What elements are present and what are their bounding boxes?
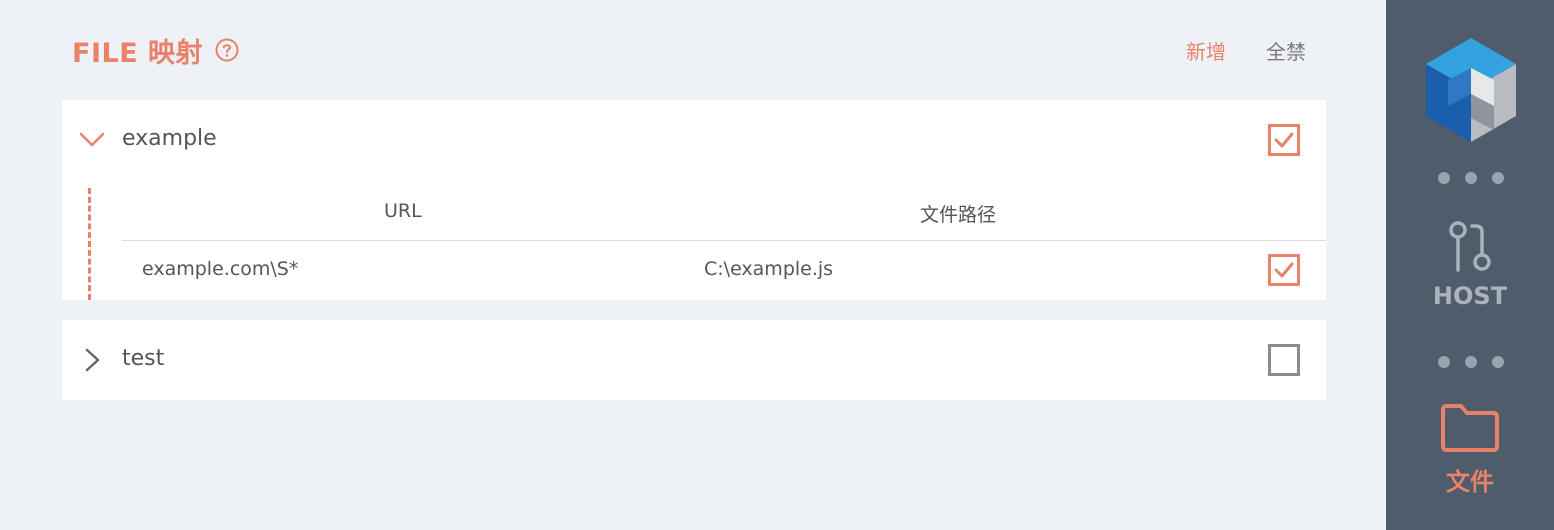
separator-dots: [1438, 356, 1504, 370]
group-indent-line: [88, 188, 91, 300]
check-icon: [1274, 132, 1294, 148]
group-name: test: [122, 346, 165, 371]
rule-table-header: URL 文件路径: [122, 190, 1326, 241]
rule-url: example.com\S*: [142, 258, 299, 280]
page-title: FILE 映射: [72, 37, 204, 69]
sidebar: HOST 文件: [1386, 0, 1554, 530]
sidebar-item-label: 文件: [1446, 468, 1494, 496]
column-header-path: 文件路径: [920, 204, 997, 226]
disable-all-button[interactable]: 全禁: [1266, 36, 1306, 65]
group-enable-checkbox[interactable]: [1268, 344, 1300, 376]
cube-logo: [1426, 38, 1516, 142]
rule-path: C:\example.js: [704, 258, 834, 280]
sidebar-item-file[interactable]: 文件: [1386, 402, 1554, 497]
group-header-test[interactable]: test: [62, 320, 1326, 400]
column-header-url: URL: [384, 200, 422, 222]
chevron-down-icon[interactable]: [78, 128, 106, 152]
check-icon: [1274, 262, 1294, 278]
group-header-example[interactable]: example: [62, 100, 1326, 180]
sidebar-item-host[interactable]: HOST: [1386, 218, 1554, 310]
question-circle-icon[interactable]: [215, 38, 239, 62]
group-card-example: example URL 文件路径 example.com\S* C:\examp…: [62, 100, 1326, 300]
rule-enable-checkbox[interactable]: [1268, 254, 1300, 286]
sidebar-item-label: HOST: [1432, 282, 1508, 310]
table-row[interactable]: example.com\S* C:\example.js: [122, 241, 1326, 300]
group-enable-checkbox[interactable]: [1268, 124, 1300, 156]
folder-icon: [1441, 404, 1499, 452]
add-button[interactable]: 新增: [1186, 36, 1226, 65]
page-header: FILE 映射: [72, 30, 239, 70]
main-panel: FILE 映射 新增 全禁 example URL 文件路径 example.c…: [0, 0, 1386, 530]
group-name: example: [122, 126, 217, 151]
group-card-test: test: [62, 320, 1326, 400]
header-actions: 新增 全禁: [1186, 36, 1306, 65]
chevron-right-icon[interactable]: [78, 348, 106, 372]
separator-dots: [1438, 172, 1504, 186]
git-compare-icon: [1449, 221, 1491, 272]
